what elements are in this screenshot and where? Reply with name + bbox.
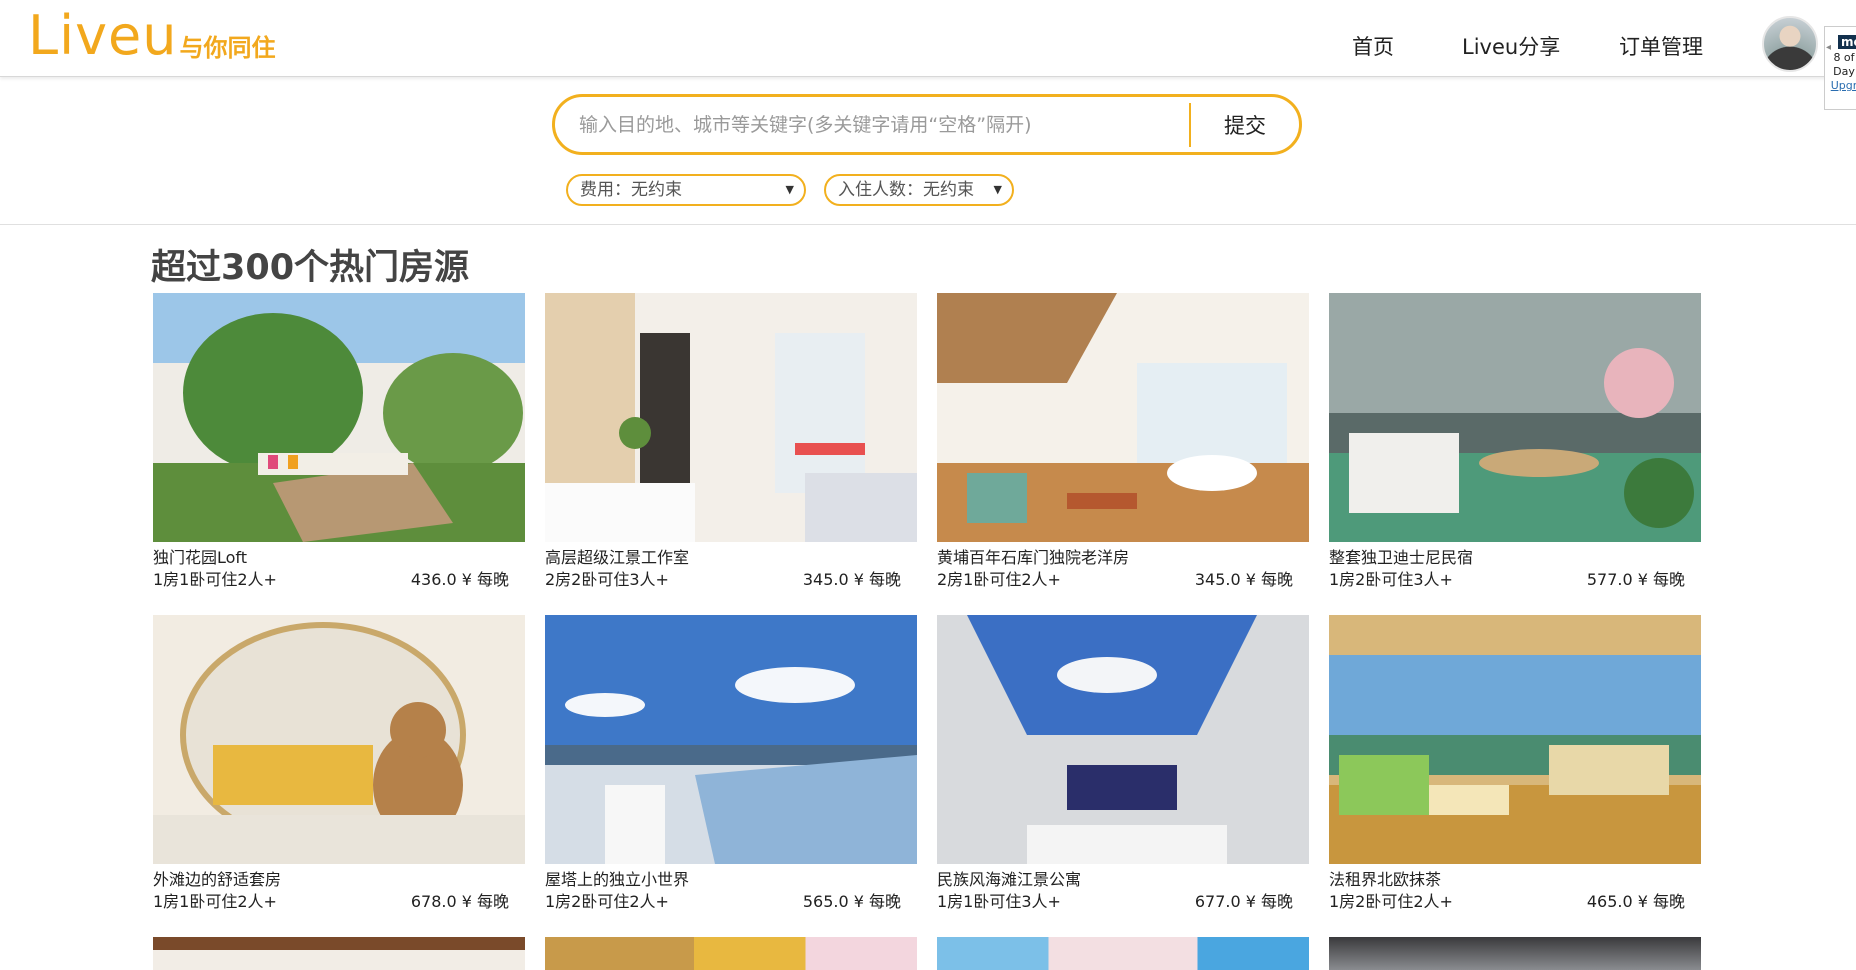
listing-card[interactable]: 屋塔上的独立小世界 1房2卧可住2人+ 565.0 ¥ 每晚	[545, 615, 917, 915]
listing-title[interactable]: 法租界北欧抹茶	[1329, 866, 1441, 890]
section-divider	[0, 224, 1856, 225]
search-bar: 提交	[552, 94, 1302, 155]
listing-card[interactable]: 外滩边的舒适套房 1房1卧可住2人+ 678.0 ¥ 每晚	[153, 615, 525, 915]
listing-title[interactable]: 黄埔百年石库门独院老洋房	[937, 544, 1129, 568]
listing-photo[interactable]	[1329, 615, 1701, 864]
search-input[interactable]	[579, 107, 1239, 143]
listing-price: 345.0 ¥ 每晚	[1194, 570, 1293, 589]
nav-order-management[interactable]: 订单管理	[1619, 31, 1703, 61]
listing-card[interactable]: 整套独卫迪士尼民宿 1房2卧可住3人+ 577.0 ¥ 每晚	[1329, 293, 1701, 593]
site-logo[interactable]: Liveu 与你同住	[28, 4, 276, 68]
nav-home[interactable]: 首页	[1352, 31, 1394, 61]
listing-photo[interactable]	[937, 293, 1309, 542]
listing-card-partial[interactable]	[153, 937, 525, 970]
extension-upgrade-link[interactable]: Upgr	[1825, 79, 1856, 93]
listing-card-partial[interactable]	[937, 937, 1309, 970]
price-filter-value: 费用：无约束	[580, 180, 682, 200]
listing-price: 436.0 ¥ 每晚	[410, 570, 509, 589]
browser-extension-badge[interactable]: ◂ me 8 of Day Upgr	[1824, 26, 1856, 110]
extension-badge-line2: Day	[1833, 65, 1855, 78]
listing-photo[interactable]	[1329, 937, 1701, 970]
listing-spec: 1房2卧可住3人+	[1329, 570, 1453, 589]
logo-wordmark: Liveu	[28, 4, 178, 67]
guests-filter-value: 入住人数：无约束	[838, 180, 974, 200]
listing-photo[interactable]	[937, 937, 1309, 970]
extension-badge-label: me	[1838, 35, 1856, 49]
listing-photo[interactable]	[545, 937, 917, 970]
listing-spec: 2房2卧可住3人+	[545, 570, 669, 589]
listing-title[interactable]: 整套独卫迪士尼民宿	[1329, 544, 1473, 568]
listing-spec: 1房2卧可住2人+	[1329, 892, 1453, 911]
listing-price: 565.0 ¥ 每晚	[802, 892, 901, 911]
listing-card[interactable]: 法租界北欧抹茶 1房2卧可住2人+ 465.0 ¥ 每晚	[1329, 615, 1701, 915]
listing-photo[interactable]	[153, 293, 525, 542]
chevron-down-icon: ▼	[785, 183, 794, 196]
listing-title[interactable]: 民族风海滩江景公寓	[937, 866, 1081, 890]
listing-photo[interactable]	[937, 615, 1309, 864]
top-header: Liveu 与你同住 首页 Liveu分享 订单管理 ◂ me 8 of Day…	[0, 0, 1856, 110]
listing-price: 678.0 ¥ 每晚	[410, 892, 509, 911]
listing-title[interactable]: 高层超级江景工作室	[545, 544, 689, 568]
listing-price: 577.0 ¥ 每晚	[1586, 570, 1685, 589]
listing-price: 677.0 ¥ 每晚	[1194, 892, 1293, 911]
listing-photo[interactable]	[153, 615, 525, 864]
listing-title[interactable]: 独门花园Loft	[153, 544, 247, 568]
guests-filter-select[interactable]: 入住人数：无约束 ▼	[824, 174, 1014, 206]
chevron-down-icon: ▼	[993, 183, 1002, 196]
search-divider	[1189, 103, 1191, 147]
listing-photo[interactable]	[545, 615, 917, 864]
listing-title[interactable]: 屋塔上的独立小世界	[545, 866, 689, 890]
listing-photo[interactable]	[153, 937, 525, 970]
logo-tagline: 与你同住	[179, 34, 276, 62]
listing-spec: 1房1卧可住2人+	[153, 570, 277, 589]
collapse-arrow-icon[interactable]: ◂	[1826, 41, 1831, 55]
listing-spec: 1房1卧可住2人+	[153, 892, 277, 911]
nav-liveu-share[interactable]: Liveu分享	[1462, 31, 1560, 61]
search-submit-button[interactable]: 提交	[1197, 105, 1293, 145]
listing-card[interactable]: 高层超级江景工作室 2房2卧可住3人+ 345.0 ¥ 每晚	[545, 293, 917, 593]
section-title: 超过300个热门房源	[151, 248, 470, 288]
listing-spec: 2房1卧可住2人+	[937, 570, 1061, 589]
listing-spec: 1房2卧可住2人+	[545, 892, 669, 911]
listing-card-partial[interactable]	[545, 937, 917, 970]
listing-card[interactable]: 民族风海滩江景公寓 1房1卧可住3人+ 677.0 ¥ 每晚	[937, 615, 1309, 915]
listing-title[interactable]: 外滩边的舒适套房	[153, 866, 281, 890]
listing-photo[interactable]	[545, 293, 917, 542]
listing-card-partial[interactable]	[1329, 937, 1701, 970]
user-avatar[interactable]	[1762, 16, 1818, 72]
listing-card[interactable]: 独门花园Loft 1房1卧可住2人+ 436.0 ¥ 每晚	[153, 293, 525, 593]
price-filter-select[interactable]: 费用：无约束 ▼	[566, 174, 806, 206]
listing-price: 465.0 ¥ 每晚	[1586, 892, 1685, 911]
listing-photo[interactable]	[1329, 293, 1701, 542]
listing-price: 345.0 ¥ 每晚	[802, 570, 901, 589]
listing-card[interactable]: 黄埔百年石库门独院老洋房 2房1卧可住2人+ 345.0 ¥ 每晚	[937, 293, 1309, 593]
listing-spec: 1房1卧可住3人+	[937, 892, 1061, 911]
